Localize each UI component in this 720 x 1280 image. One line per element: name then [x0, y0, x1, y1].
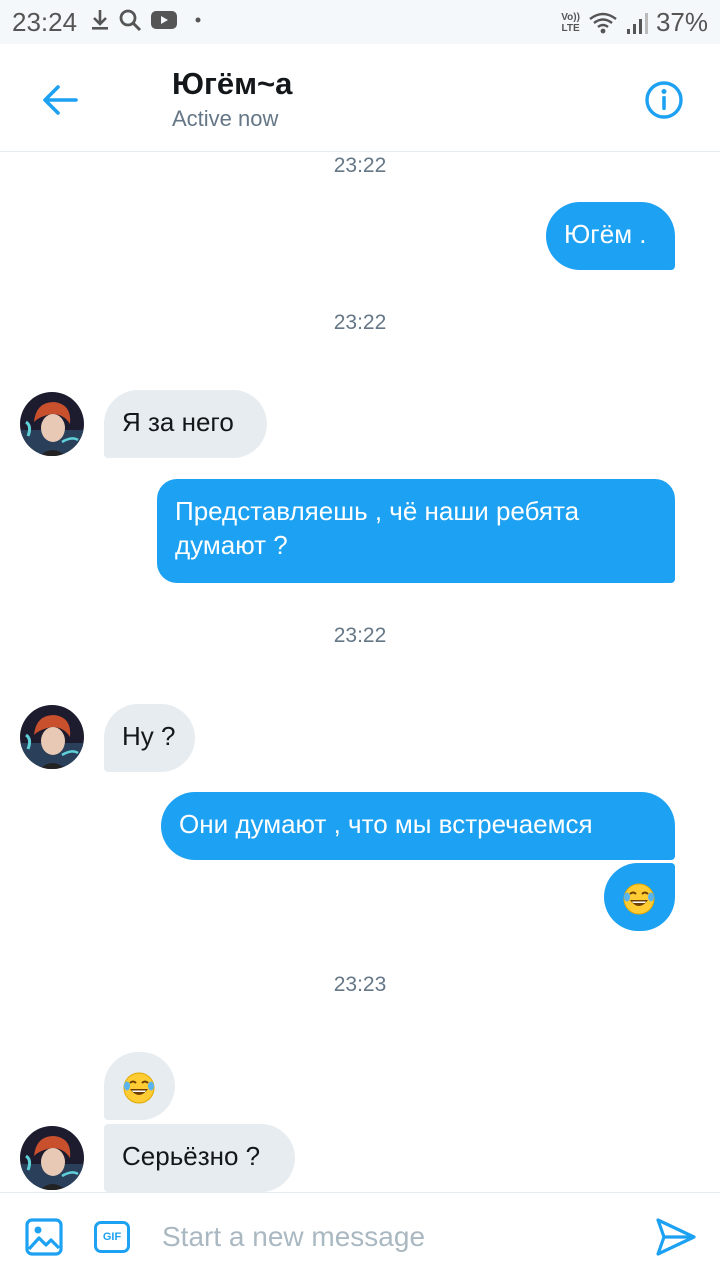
tears-of-joy-emoji [123, 1072, 155, 1104]
status-notification-icons [90, 8, 206, 32]
tears-of-joy-emoji [623, 883, 655, 915]
message-list[interactable]: 23:22 Югём . 23:22 Я за него Представляе… [0, 152, 720, 1192]
back-arrow-icon [43, 85, 78, 115]
info-button[interactable] [640, 76, 688, 124]
add-photo-button[interactable] [24, 1217, 64, 1257]
message-bubble-outgoing[interactable]: Представляешь , чё наши ребята думают ? [157, 479, 675, 583]
image-icon [25, 1218, 63, 1256]
signal-icon [626, 11, 648, 35]
send-icon [656, 1218, 696, 1256]
gif-button[interactable]: GIF [94, 1221, 130, 1253]
message-bubble-outgoing[interactable]: Они думают , что мы встречаемся [161, 792, 675, 860]
message-timestamp: 23:22 [333, 311, 387, 334]
message-timestamp: 23:22 [333, 624, 387, 647]
youtube-icon [150, 9, 178, 31]
message-composer: GIF [0, 1192, 720, 1280]
avatar[interactable] [20, 705, 84, 769]
message-input[interactable] [162, 1217, 632, 1257]
status-bar: 23:24 Vo)) LTE 37% [0, 0, 720, 44]
info-icon [645, 81, 683, 119]
message-bubble-incoming[interactable] [104, 1052, 175, 1120]
active-status: Active now [172, 106, 279, 131]
avatar[interactable] [20, 392, 84, 456]
send-button[interactable] [654, 1215, 698, 1259]
conversation-title[interactable]: Югём~а [172, 66, 292, 102]
back-button[interactable] [36, 76, 84, 124]
message-timestamp: 23:23 [333, 973, 387, 996]
download-icon [90, 8, 110, 32]
avatar[interactable] [20, 1126, 84, 1190]
status-system-icons: Vo)) LTE 37% [561, 7, 708, 38]
status-time: 23:24 [12, 7, 78, 37]
search-icon [118, 8, 142, 32]
conversation-header: Югём~а Active now [0, 44, 720, 152]
wifi-icon [588, 11, 618, 35]
message-bubble-outgoing[interactable] [604, 863, 675, 931]
volte-icon: Vo)) LTE [561, 11, 580, 34]
battery-percentage: 37% [655, 7, 708, 37]
message-bubble-outgoing[interactable]: Югём . [546, 202, 675, 270]
dot-icon [186, 9, 206, 31]
message-bubble-incoming[interactable]: Ну ? [104, 704, 195, 772]
message-bubble-incoming[interactable]: Серьёзно ? [104, 1124, 295, 1192]
message-timestamp: 23:22 [333, 154, 387, 177]
message-bubble-incoming[interactable]: Я за него [104, 390, 267, 458]
